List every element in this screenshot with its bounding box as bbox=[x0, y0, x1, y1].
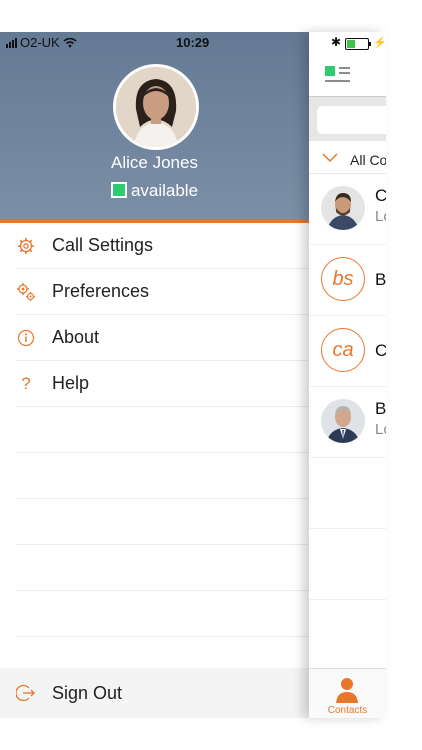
status-time: 10:29 bbox=[176, 35, 210, 50]
empty-row bbox=[16, 499, 309, 545]
gears-icon bbox=[16, 282, 36, 302]
empty-row bbox=[16, 545, 309, 591]
contact-row[interactable]: C Lo bbox=[309, 174, 386, 245]
menu-item-label: Preferences bbox=[52, 281, 150, 301]
menu-item-help[interactable]: ? Help bbox=[16, 361, 309, 407]
carrier-label: O2-UK bbox=[20, 35, 60, 50]
side-drawer: O2-UK 10:29 Alice Jones available Call S… bbox=[0, 32, 309, 718]
wifi-icon bbox=[63, 37, 77, 47]
contact-initials: ca bbox=[321, 328, 365, 372]
contact-initials: bs bbox=[321, 257, 365, 301]
contact-name: C bbox=[375, 186, 386, 205]
sign-out-button[interactable]: Sign Out bbox=[0, 668, 309, 718]
contact-name: C bbox=[375, 341, 386, 360]
status-right: ✱ ⚡ bbox=[309, 35, 386, 51]
presence-status[interactable]: available bbox=[0, 181, 309, 201]
contact-status: Lo bbox=[375, 421, 386, 438]
menu-toggle-icon[interactable] bbox=[325, 66, 351, 89]
filter-label: All Co bbox=[350, 152, 386, 168]
contact-name: B bbox=[375, 399, 386, 418]
tab-contacts[interactable]: Contacts bbox=[309, 668, 386, 718]
status-left: O2-UK bbox=[6, 35, 77, 50]
info-icon bbox=[16, 328, 36, 348]
contacts-filter[interactable]: All Co bbox=[309, 145, 386, 174]
contact-row[interactable]: B Lo bbox=[309, 387, 386, 458]
signal-icon bbox=[6, 37, 17, 48]
tab-label: Contacts bbox=[327, 705, 368, 716]
contact-status: Lo bbox=[375, 208, 386, 225]
avatar[interactable] bbox=[113, 64, 199, 150]
presence-indicator bbox=[110, 182, 127, 198]
empty-row bbox=[309, 529, 386, 600]
sign-out-label: Sign Out bbox=[52, 682, 123, 703]
charging-icon: ⚡ bbox=[373, 37, 386, 49]
user-name: Alice Jones bbox=[111, 153, 198, 172]
contact-avatar bbox=[321, 399, 365, 443]
gear-icon bbox=[16, 236, 36, 256]
sign-out-icon bbox=[16, 683, 36, 703]
bluetooth-icon: ✱ bbox=[331, 35, 342, 49]
contact-name: B bbox=[375, 270, 386, 289]
menu-item-about[interactable]: About bbox=[16, 315, 309, 361]
question-icon: ? bbox=[21, 373, 31, 393]
drawer-menu: Call Settings Preferences About ? Help bbox=[0, 223, 309, 637]
menu-item-call-settings[interactable]: Call Settings bbox=[16, 223, 309, 269]
contact-row[interactable]: ca C bbox=[309, 316, 386, 387]
empty-row bbox=[309, 600, 386, 671]
menu-item-preferences[interactable]: Preferences bbox=[16, 269, 309, 315]
search-input[interactable] bbox=[317, 106, 386, 134]
empty-row bbox=[16, 407, 309, 453]
profile-header: O2-UK 10:29 Alice Jones available bbox=[0, 32, 309, 223]
contact-avatar bbox=[321, 186, 365, 230]
chevron-down-icon bbox=[322, 150, 338, 166]
empty-row bbox=[309, 458, 386, 529]
contacts-panel: ✱ ⚡ All Co C Lo bs B ca C B Lo bbox=[309, 32, 386, 718]
person-icon bbox=[335, 677, 359, 708]
presence-label: available bbox=[130, 181, 199, 200]
menu-item-label: Call Settings bbox=[52, 235, 154, 255]
empty-row bbox=[16, 591, 309, 637]
contact-row[interactable]: bs B bbox=[309, 245, 386, 316]
menu-item-label: About bbox=[52, 327, 100, 347]
menu-item-label: Help bbox=[52, 373, 90, 393]
empty-row bbox=[16, 453, 309, 499]
battery-icon bbox=[345, 38, 371, 50]
